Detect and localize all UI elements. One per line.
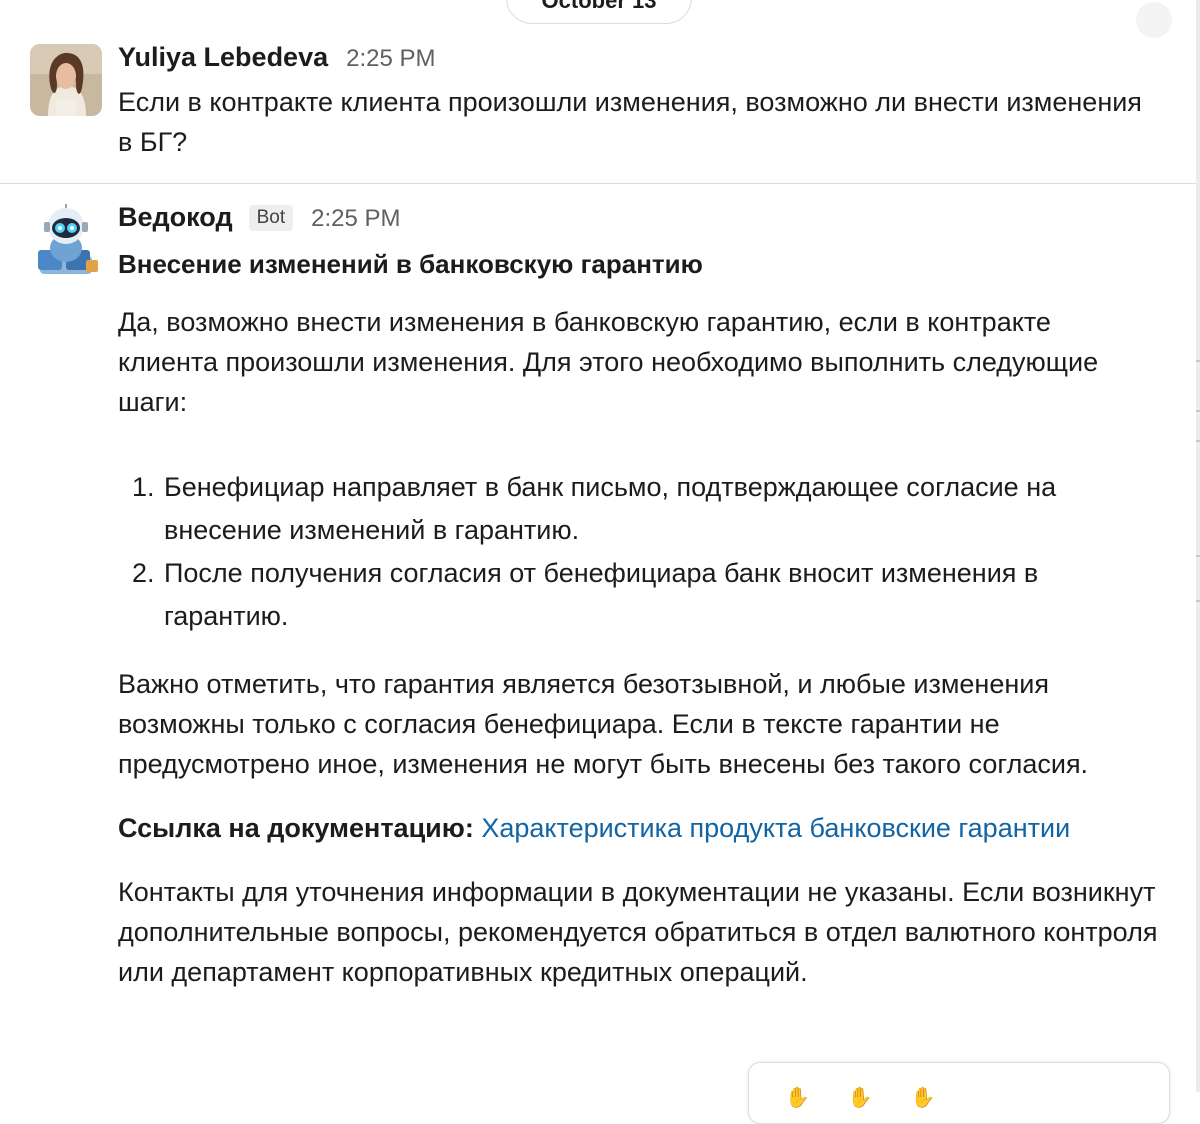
message-timestamp[interactable]: 2:25 PM <box>311 205 400 233</box>
message-text: Если в контракте клиента произошли измен… <box>118 87 1142 157</box>
sender-name[interactable]: Yuliya Lebedeva <box>118 42 328 73</box>
sender-name[interactable]: Ведокод <box>118 202 233 233</box>
list-item: Бенефициар направляет в банк письмо, под… <box>162 466 1158 552</box>
answer-title: Внесение изменений в банковскую гарантию <box>118 249 703 279</box>
message-header: Yuliya Lebedeva 2:25 PM <box>118 42 436 73</box>
bot-avatar[interactable] <box>30 204 102 276</box>
scrollbar-track[interactable] <box>1196 0 1200 1092</box>
steps-list: Бенефициар направляет в банк письмо, под… <box>118 466 1158 638</box>
list-item: После получения согласия от бенефициара … <box>162 552 1158 638</box>
message-header: Ведокод Bot 2:25 PM <box>118 202 401 234</box>
documentation-link[interactable]: Характеристика продукта банковские гаран… <box>481 813 1070 843</box>
date-divider[interactable]: October 13 <box>506 0 692 24</box>
bot-message-body: Внесение изменений в банковскую гарантию… <box>118 244 1158 1016</box>
answer-contacts: Контакты для уточнения информации в доку… <box>118 877 1158 987</box>
hover-action-button[interactable] <box>1136 2 1172 38</box>
message-timestamp[interactable]: 2:25 PM <box>346 45 435 73</box>
user-avatar[interactable] <box>30 44 102 116</box>
doc-link-label: Ссылка на документацию: <box>118 813 474 843</box>
documentation-reference: Ссылка на документацию: Характеристика п… <box>118 808 1158 848</box>
reaction-bar[interactable]: ✋✋✋ <box>748 1062 1170 1124</box>
answer-intro: Да, возможно внести изменения в банковск… <box>118 307 1099 417</box>
reaction-icons[interactable]: ✋✋✋ <box>785 1085 974 1110</box>
bot-badge: Bot <box>248 205 294 231</box>
answer-note: Важно отметить, что гарантия является бе… <box>118 669 1089 779</box>
message-divider <box>0 183 1196 184</box>
